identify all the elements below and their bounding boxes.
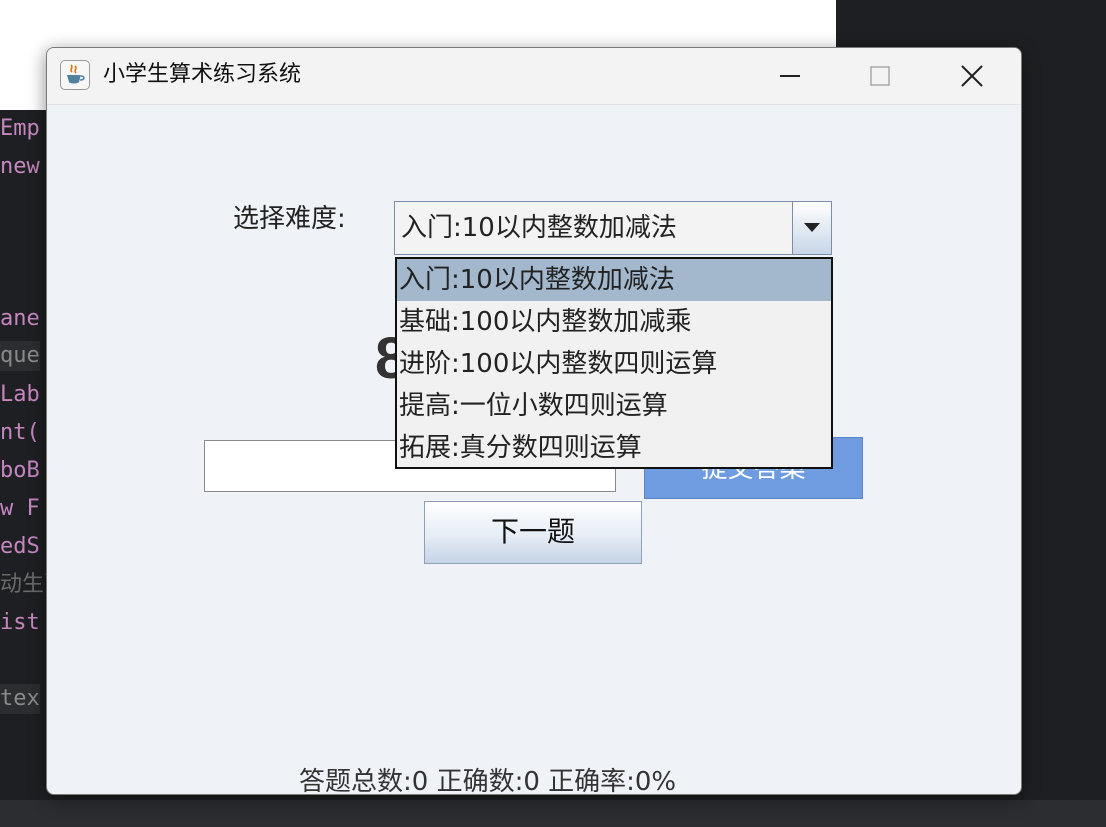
close-button[interactable] [927, 48, 1017, 104]
next-question-button[interactable]: 下一题 [424, 501, 642, 564]
code-line: nt( [0, 420, 40, 445]
java-coffee-icon [60, 60, 90, 90]
dropdown-option[interactable]: 提高:一位小数四则运算 [397, 385, 831, 427]
difficulty-selected-value: 入门:10以内整数加减法 [401, 213, 677, 243]
stats-label: 答题总数:0 正确数:0 正确率:0% [299, 767, 677, 795]
close-icon [961, 65, 983, 87]
minimize-icon [780, 75, 800, 77]
code-line: edS [0, 534, 40, 559]
dropdown-option[interactable]: 进阶:100以内整数四则运算 [397, 343, 831, 385]
background-status-strip [0, 800, 1106, 827]
difficulty-combobox[interactable]: 入门:10以内整数加减法 [394, 201, 832, 255]
app-window: 小学生算术练习系统 选择难度: 入门:10以内整数加减法 8 提交答案 下一题 … [46, 47, 1022, 795]
code-line: ane [0, 306, 40, 331]
chevron-down-icon [804, 223, 820, 232]
code-line: que [0, 341, 40, 371]
code-line: ist [0, 610, 40, 635]
code-line: w F [0, 496, 40, 521]
code-line: new [0, 154, 40, 179]
title-bar[interactable]: 小学生算术练习系统 [47, 48, 1021, 105]
combo-arrow-button[interactable] [792, 202, 831, 254]
dropdown-option[interactable]: 入门:10以内整数加减法 [397, 259, 831, 301]
difficulty-dropdown-list: 入门:10以内整数加减法 基础:100以内整数加减乘 进阶:100以内整数四则运… [395, 257, 833, 469]
code-line: boB [0, 458, 40, 483]
dropdown-option[interactable]: 拓展:真分数四则运算 [397, 427, 831, 469]
minimize-button[interactable] [745, 48, 835, 104]
code-line: tex [0, 684, 40, 714]
window-title: 小学生算术练习系统 [103, 62, 302, 87]
maximize-icon [870, 66, 890, 86]
dropdown-option[interactable]: 基础:100以内整数加减乘 [397, 301, 831, 343]
maximize-button[interactable] [835, 48, 925, 104]
difficulty-label: 选择难度: [233, 204, 346, 234]
content-panel: 选择难度: 入门:10以内整数加减法 8 提交答案 下一题 答题总数:0 正确数… [47, 104, 1021, 794]
code-line: Lab [0, 382, 40, 407]
code-line: Emp [0, 116, 40, 141]
